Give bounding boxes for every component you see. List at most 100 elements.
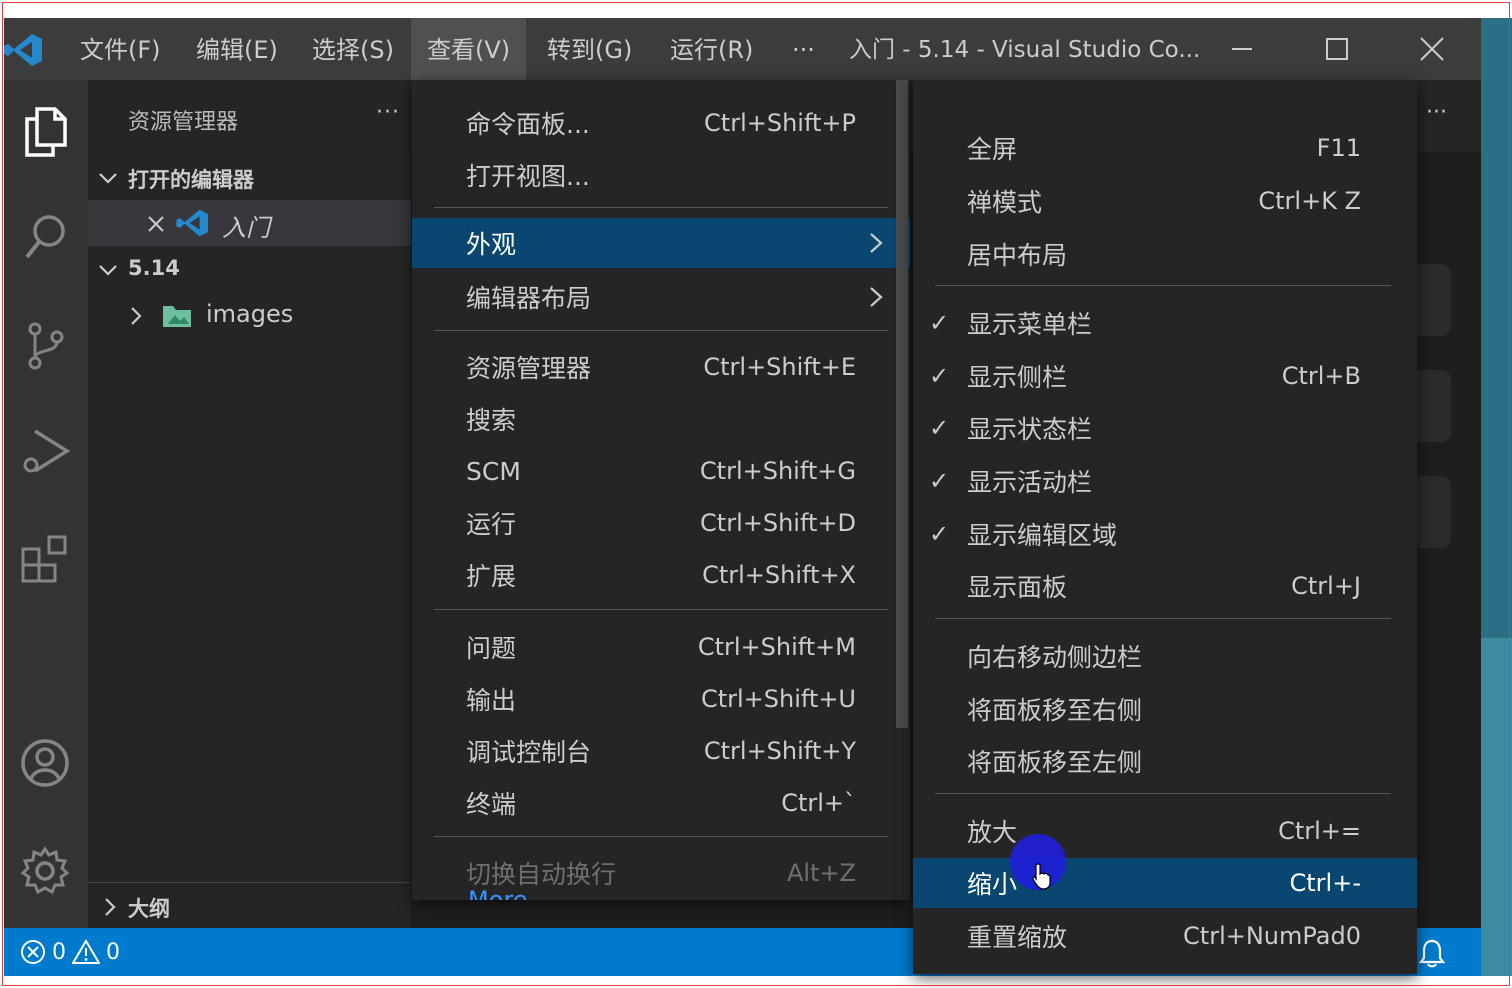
menu-go[interactable]: 转到(G) (531, 18, 648, 80)
open-editors-label: 打开的编辑器 (128, 168, 254, 192)
view-menu-item[interactable]: 问题 Ctrl+Shift+M (412, 622, 910, 672)
menu-item-shortcut: Ctrl+` (781, 789, 856, 817)
view-menu-item[interactable]: 外观 (412, 218, 910, 268)
run-debug-icon[interactable] (12, 418, 78, 484)
folder-header[interactable]: 5.14 (88, 246, 411, 292)
view-menu-item[interactable]: 调试控制台 Ctrl+Shift+Y (412, 726, 910, 776)
accounts-icon[interactable] (12, 730, 78, 796)
folder-label: 5.14 (128, 256, 180, 280)
warning-count: 0 (106, 939, 120, 965)
appearance-menu-item[interactable]: 禅模式 Ctrl+K Z (913, 176, 1417, 226)
view-menu-item[interactable]: 终端 Ctrl+` (412, 778, 910, 828)
check-icon: ✓ (929, 520, 950, 548)
submenu-chevron-icon (870, 287, 883, 307)
appearance-menu-item[interactable]: 放大 Ctrl+= (913, 806, 1417, 856)
extensions-icon[interactable] (12, 526, 78, 592)
menu-scrollbar[interactable] (896, 80, 908, 728)
menu-file[interactable]: 文件(F) (64, 18, 177, 80)
title-bar: 文件(F) 编辑(E) 选择(S) 查看(V) 转到(G) 运行(R) ··· … (4, 18, 1481, 80)
notifications-bell-icon[interactable] (1418, 938, 1446, 968)
menu-item-label: 显示编辑区域 (967, 521, 1118, 550)
explorer-sidebar: 资源管理器 ··· 打开的编辑器 入门 5.14 images 大纲 (88, 80, 411, 928)
outline-label: 大纲 (128, 897, 170, 921)
menu-item-shortcut: Ctrl+Shift+U (700, 685, 856, 713)
menu-item-shortcut: Ctrl+B (1281, 362, 1361, 390)
view-menu-item[interactable]: 扩展 Ctrl+Shift+X (412, 550, 910, 600)
view-menu-item[interactable]: 搜索 (412, 394, 910, 444)
menu-item-label: 缩小 (967, 870, 1018, 899)
menu-item-label: 编辑器布局 (466, 284, 592, 313)
appearance-menu-item[interactable]: ✓ 显示活动栏 (913, 456, 1417, 506)
appearance-menu-item[interactable]: ✓ 显示菜单栏 (913, 298, 1417, 348)
menu-item-label: 外观 (466, 230, 517, 259)
search-icon[interactable] (12, 204, 78, 270)
sidebar-more-button[interactable]: ··· (376, 100, 400, 125)
menu-item-shortcut: F11 (1316, 134, 1361, 162)
appearance-menu-item[interactable]: 向右移动侧边栏 (913, 631, 1417, 681)
view-menu-item[interactable]: SCM Ctrl+Shift+G (412, 446, 910, 496)
tree-item-label: images (206, 300, 294, 328)
menu-item-label: 向右移动侧边栏 (967, 643, 1143, 672)
open-editor-item[interactable]: 入门 (88, 200, 411, 246)
menu-separator (935, 793, 1391, 794)
appearance-menu-item[interactable]: 居中布局 (913, 229, 1417, 279)
menu-item-label: 居中布局 (967, 241, 1068, 270)
menu-edit[interactable]: 编辑(E) (180, 18, 294, 80)
menu-item-label: 问题 (466, 634, 517, 663)
menu-item-shortcut: Alt+Z (786, 859, 856, 887)
explorer-icon[interactable] (12, 98, 78, 164)
view-menu-item[interactable]: 资源管理器 Ctrl+Shift+E (412, 342, 910, 392)
minimize-button[interactable] (1196, 18, 1288, 80)
maximize-icon (1326, 38, 1348, 60)
menu-item-shortcut: Ctrl+Shift+Y (703, 737, 856, 765)
appearance-menu-item[interactable]: 重置缩放 Ctrl+NumPad0 (913, 911, 1417, 961)
menu-overflow[interactable]: ··· (776, 18, 831, 80)
appearance-menu-item[interactable]: ✓ 显示状态栏 (913, 403, 1417, 453)
menu-separator (434, 207, 888, 208)
appearance-menu-item[interactable]: 缩小 Ctrl+- (913, 858, 1417, 908)
menu-item-shortcut: Ctrl+Shift+G (699, 457, 856, 485)
chevron-right-icon (105, 898, 116, 916)
check-icon: ✓ (929, 309, 950, 337)
view-menu-item[interactable]: 编辑器布局 (412, 272, 910, 322)
appearance-menu-item[interactable]: 将面板移至右侧 (913, 684, 1417, 734)
close-button[interactable] (1386, 18, 1478, 80)
hand-pointer-icon (1032, 863, 1051, 890)
menu-item-label: 打开视图... (466, 162, 590, 191)
vscode-logo-icon (4, 32, 44, 68)
appearance-menu-item[interactable]: 全屏 F11 (913, 123, 1417, 173)
menu-item-label: 终端 (466, 790, 517, 819)
menu-item-label: 重置缩放 (967, 923, 1068, 952)
menu-item-shortcut: Ctrl+- (1289, 869, 1361, 897)
close-icon (1420, 37, 1444, 61)
appearance-menu-item[interactable]: ✓ 显示侧栏 Ctrl+B (913, 351, 1417, 401)
outline-header[interactable]: 大纲 (88, 882, 411, 929)
view-menu-item[interactable]: 命令面板... Ctrl+Shift+P (412, 98, 910, 148)
menu-separator (434, 330, 888, 331)
minimize-icon (1232, 48, 1252, 50)
source-control-icon[interactable] (12, 312, 78, 378)
menu-item-shortcut: Ctrl+Shift+M (697, 633, 856, 661)
editor-more-button[interactable]: ··· (1426, 100, 1447, 125)
close-editor-icon[interactable] (146, 214, 166, 234)
appearance-menu-item[interactable]: 显示面板 Ctrl+J (913, 561, 1417, 611)
menu-item-label: 资源管理器 (466, 354, 592, 383)
menu-view[interactable]: 查看(V) (411, 18, 527, 80)
problems-indicator[interactable]: 0 0 (20, 928, 120, 976)
tree-item-images[interactable]: images (88, 292, 411, 338)
view-menu-item[interactable]: 打开视图... (412, 150, 910, 200)
open-editor-name: 入门 (222, 214, 270, 242)
menu-item-label: SCM (466, 456, 521, 486)
settings-gear-icon[interactable] (12, 838, 78, 904)
appearance-menu-item[interactable]: ✓ 显示编辑区域 (913, 509, 1417, 559)
welcome-card (1411, 264, 1451, 336)
menu-item-label: 输出 (466, 686, 517, 715)
view-menu-item[interactable]: 运行 Ctrl+Shift+D (412, 498, 910, 548)
open-editors-header[interactable]: 打开的编辑器 (88, 154, 411, 200)
menu-selection[interactable]: 选择(S) (296, 18, 410, 80)
welcome-more-link[interactable]: More... (468, 886, 550, 900)
appearance-menu-item[interactable]: 将面板移至左侧 (913, 736, 1417, 786)
menu-run[interactable]: 运行(R) (654, 18, 769, 80)
maximize-button[interactable] (1291, 18, 1383, 80)
view-menu-item[interactable]: 输出 Ctrl+Shift+U (412, 674, 910, 724)
